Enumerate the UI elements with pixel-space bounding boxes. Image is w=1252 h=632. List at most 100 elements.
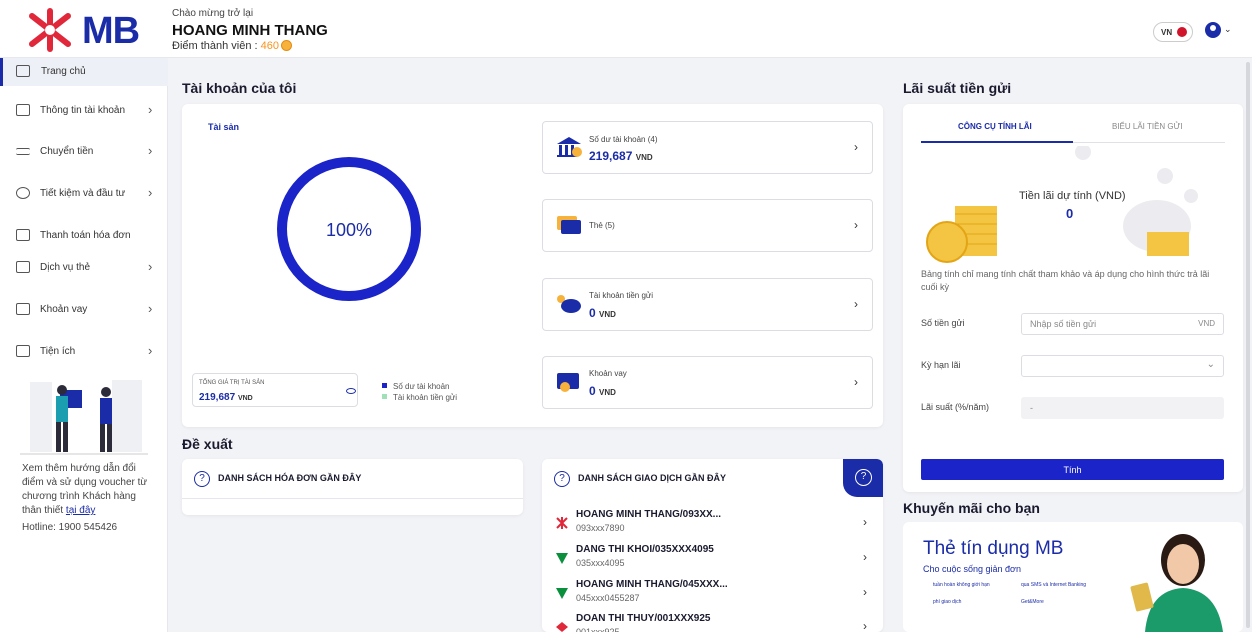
recent-transactions-card: ? DANH SÁCH GIAO DỊCH GẦN ĐÂY ? HOANG MI…	[542, 459, 883, 632]
deposit-unit: VND	[1198, 319, 1215, 328]
deposit-currency: VND	[599, 310, 616, 319]
scrollbar[interactable]	[1246, 62, 1250, 628]
total-currency: VND	[237, 395, 253, 402]
tab-calculator[interactable]: CÔNG CỤ TÍNH LÃI	[958, 122, 1032, 131]
transaction-name: HOANG MINH THANG/045XXX...	[576, 579, 728, 590]
suggest-title: Đề xuất	[182, 436, 233, 452]
loan-icon	[16, 303, 30, 315]
card-title: Khoản vay	[589, 369, 627, 378]
cards-summary-card[interactable]: Thẻ (5) ›	[542, 199, 873, 252]
sidebar-item-utilities[interactable]: Tiện ích ›	[0, 338, 168, 366]
estimate-label: Tiền lãi dự tính (VND)	[1019, 190, 1126, 202]
legend-dot	[382, 394, 387, 399]
member-points: Điểm thành viên : 460	[172, 40, 293, 52]
transaction-row[interactable]: DANG THI KHOI/035XXX4095 035xxx4095 ›	[542, 542, 883, 576]
banner-subtitle: Cho cuộc sống giản đơn	[923, 564, 1021, 574]
transaction-account: 093xxx7890	[576, 523, 625, 533]
deposit-label: Số tiền gửi	[921, 318, 965, 328]
piggy-icon	[16, 187, 30, 199]
piggy-bank-icon	[557, 295, 581, 313]
chevron-right-icon: ›	[148, 143, 153, 158]
chevron-right-icon: ›	[854, 375, 858, 389]
transaction-account: 045xxx0455287	[576, 593, 640, 603]
loan-card[interactable]: Khoản vay 0 VND ›	[542, 356, 873, 409]
question-icon[interactable]: ?	[554, 471, 570, 487]
sidebar-item-bill-payment[interactable]: Thanh toán hóa đơn	[0, 222, 168, 250]
loan-doc-icon	[557, 373, 579, 392]
rate-value: -	[1030, 403, 1033, 413]
rate-field: -	[1021, 397, 1224, 419]
transaction-row[interactable]: HOANG MINH THANG/045XXX... 045xxx0455287…	[542, 577, 883, 611]
calculator-note: Bảng tính chỉ mang tính chất tham khảo v…	[921, 269, 1210, 292]
loyalty-illustration	[20, 380, 148, 455]
legend-item: Tài khoản tiền gửi	[382, 393, 457, 402]
deposit-placeholder: Nhập số tiền gửi	[1030, 319, 1097, 329]
transactions-header: ? DANH SÁCH GIAO DỊCH GẦN ĐÂY ?	[542, 459, 883, 499]
eye-icon[interactable]	[346, 388, 356, 394]
welcome-text: Chào mừng trở lại	[172, 8, 254, 19]
card-value: 219,687 VND	[589, 149, 653, 163]
chevron-down-icon: ⌄	[1206, 359, 1215, 370]
bill-icon	[16, 229, 30, 241]
card-icon	[16, 261, 30, 273]
sidebar-item-loans[interactable]: Khoản vay ›	[0, 296, 168, 324]
balance-currency: VND	[635, 153, 653, 162]
sidebar-item-home[interactable]: Trang chủ	[0, 58, 168, 86]
sidebar: Trang chủ Thông tin tài khoản › Chuyển t…	[0, 58, 168, 632]
promo-title: Khuyến mãi cho bạn	[903, 500, 1040, 516]
points-value: 460	[260, 40, 280, 52]
banner-feature: phí giao dịch	[933, 599, 962, 605]
bank-icon	[557, 137, 582, 157]
transaction-account: 035xxx4095	[576, 558, 625, 568]
card-title: Số dư tài khoản (4)	[589, 135, 658, 144]
chevron-right-icon: ›	[863, 619, 867, 632]
transfer-icon	[16, 148, 30, 155]
banner-title: Thẻ tín dụng MB	[923, 538, 1064, 559]
transaction-row[interactable]: DOAN THI THUY/001XXX925 001xxx925 ›	[542, 611, 883, 632]
chevron-right-icon: ›	[148, 259, 153, 274]
banner-feature: Get&More	[1021, 599, 1044, 605]
points-label: Điểm thành viên :	[172, 40, 261, 52]
help-tab[interactable]: ?	[843, 459, 883, 497]
legend-dot	[382, 383, 387, 388]
sidebar-item-label: Tiện ích	[40, 346, 76, 357]
sidebar-item-label: Thông tin tài khoản	[40, 105, 126, 116]
question-icon[interactable]: ?	[194, 471, 210, 487]
user-avatar-icon[interactable]	[1205, 22, 1221, 38]
card-value: 0 VND	[589, 384, 616, 398]
sidebar-item-savings[interactable]: Tiết kiệm và đầu tư ›	[0, 180, 168, 208]
mb-logo[interactable]: MB	[24, 8, 140, 52]
language-label: VN	[1161, 28, 1173, 37]
total-amount: 219,687	[199, 392, 236, 403]
total-asset-value: 219,687 VND	[199, 392, 253, 403]
account-balance-card[interactable]: Số dư tài khoản (4) 219,687 VND ›	[542, 121, 873, 174]
home-icon	[16, 65, 30, 77]
vcb-bank-icon	[556, 553, 568, 564]
language-switch[interactable]: VN	[1153, 22, 1193, 42]
sidebar-item-transfer[interactable]: Chuyển tiền ›	[0, 138, 168, 166]
promo-banner[interactable]: Thẻ tín dụng MB Cho cuộc sống giản đơn t…	[903, 522, 1243, 632]
term-select[interactable]: ⌄	[1021, 355, 1224, 377]
sidebar-item-label: Khoản vay	[40, 304, 88, 315]
chevron-down-icon[interactable]: ⌄	[1224, 24, 1232, 35]
transaction-name: HOANG MINH THANG/093XX...	[576, 509, 722, 520]
sidebar-item-card-services[interactable]: Dịch vụ thẻ ›	[0, 254, 168, 282]
calculate-button[interactable]: Tính	[921, 459, 1224, 480]
utility-icon	[16, 345, 30, 357]
banner-feature: tuần hoàn không giới hạn	[933, 582, 990, 588]
card-value: 0 VND	[589, 306, 616, 320]
deposit-account-card[interactable]: Tài khoản tiền gửi 0 VND ›	[542, 278, 873, 331]
header: MB Chào mừng trở lại HOANG MINH THANG Đi…	[0, 0, 1252, 58]
loyalty-link[interactable]: tại đây	[66, 505, 95, 516]
deposit-amount-input[interactable]: Nhập số tiền gửi VND	[1021, 313, 1224, 335]
chevron-right-icon: ›	[148, 343, 153, 358]
logo-text: MB	[82, 10, 140, 52]
sidebar-item-account-info[interactable]: Thông tin tài khoản ›	[0, 97, 168, 125]
card-stack-icon	[557, 216, 581, 234]
legend-label: Số dư tài khoản	[393, 382, 450, 391]
transaction-row[interactable]: HOANG MINH THANG/093XX... 093xxx7890 ›	[542, 507, 883, 541]
balance-amount: 219,687	[589, 149, 633, 163]
tab-rate-table[interactable]: BIỂU LÃI TIỀN GỬI	[1112, 122, 1183, 131]
chevron-right-icon: ›	[863, 515, 867, 529]
loan-amount: 0	[589, 384, 596, 398]
